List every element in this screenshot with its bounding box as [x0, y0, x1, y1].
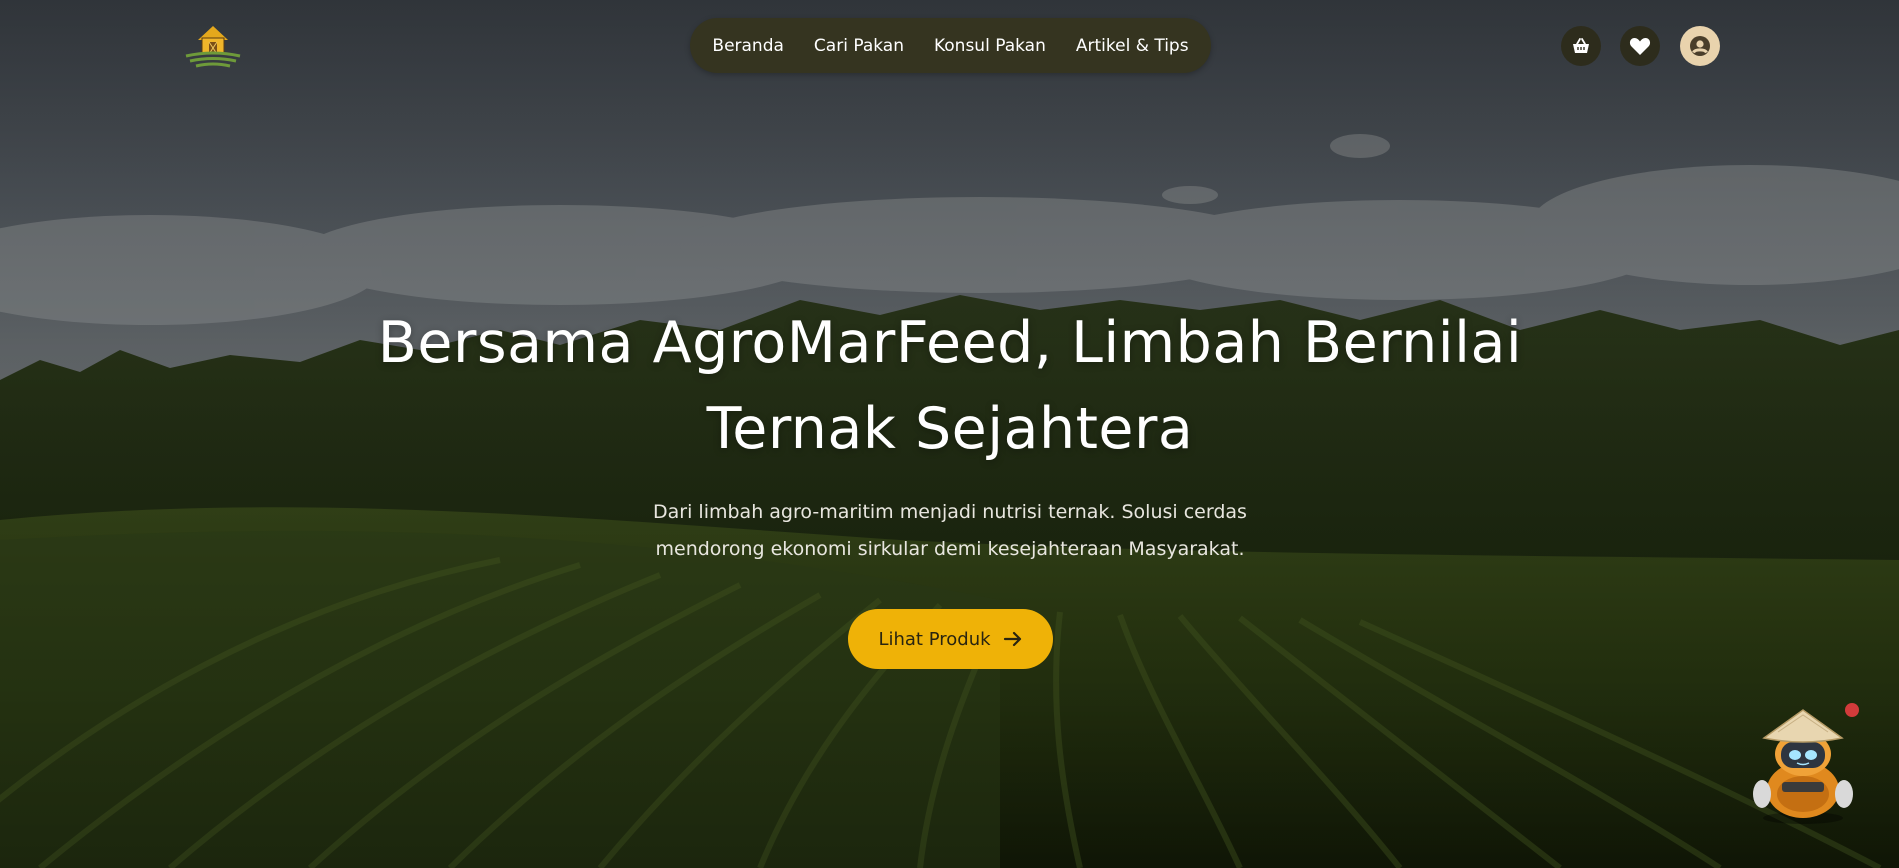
nav-link-artikel-tips[interactable]: Artikel & Tips — [1076, 36, 1189, 56]
view-products-button[interactable]: Lihat Produk — [848, 609, 1053, 669]
user-icon — [1690, 36, 1710, 56]
hero-headline: Bersama AgroMarFeed, Limbah Bernilai Ter… — [300, 300, 1600, 472]
hero-subtitle-line2: mendorong ekonomi sirkular demi kesejaht… — [655, 538, 1245, 560]
basket-icon — [1573, 38, 1589, 53]
arrow-right-icon — [1003, 631, 1021, 647]
hero-headline-line1: Bersama AgroMarFeed, Limbah Bernilai — [377, 310, 1523, 376]
agromarfeed-logo[interactable] — [184, 20, 242, 70]
chatbot-robot-icon[interactable] — [1738, 702, 1868, 824]
hero-subtitle: Dari limbah agro-maritim menjadi nutrisi… — [620, 494, 1280, 568]
nav-link-konsul-pakan[interactable]: Konsul Pakan — [934, 36, 1046, 56]
wishlist-button[interactable] — [1620, 26, 1660, 66]
nav-link-cari-pakan[interactable]: Cari Pakan — [814, 36, 904, 56]
main-navigation: Beranda Cari Pakan Konsul Pakan Artikel … — [690, 18, 1211, 73]
heart-icon — [1629, 38, 1651, 55]
profile-button[interactable] — [1680, 26, 1720, 66]
cart-button[interactable] — [1561, 26, 1601, 66]
view-products-label: Lihat Produk — [878, 628, 991, 650]
nav-link-beranda[interactable]: Beranda — [712, 36, 784, 56]
hero-headline-line2: Ternak Sejahtera — [706, 396, 1194, 462]
hero-section: Beranda Cari Pakan Konsul Pakan Artikel … — [0, 0, 1899, 868]
hero-subtitle-line1: Dari limbah agro-maritim menjadi nutrisi… — [653, 501, 1247, 523]
